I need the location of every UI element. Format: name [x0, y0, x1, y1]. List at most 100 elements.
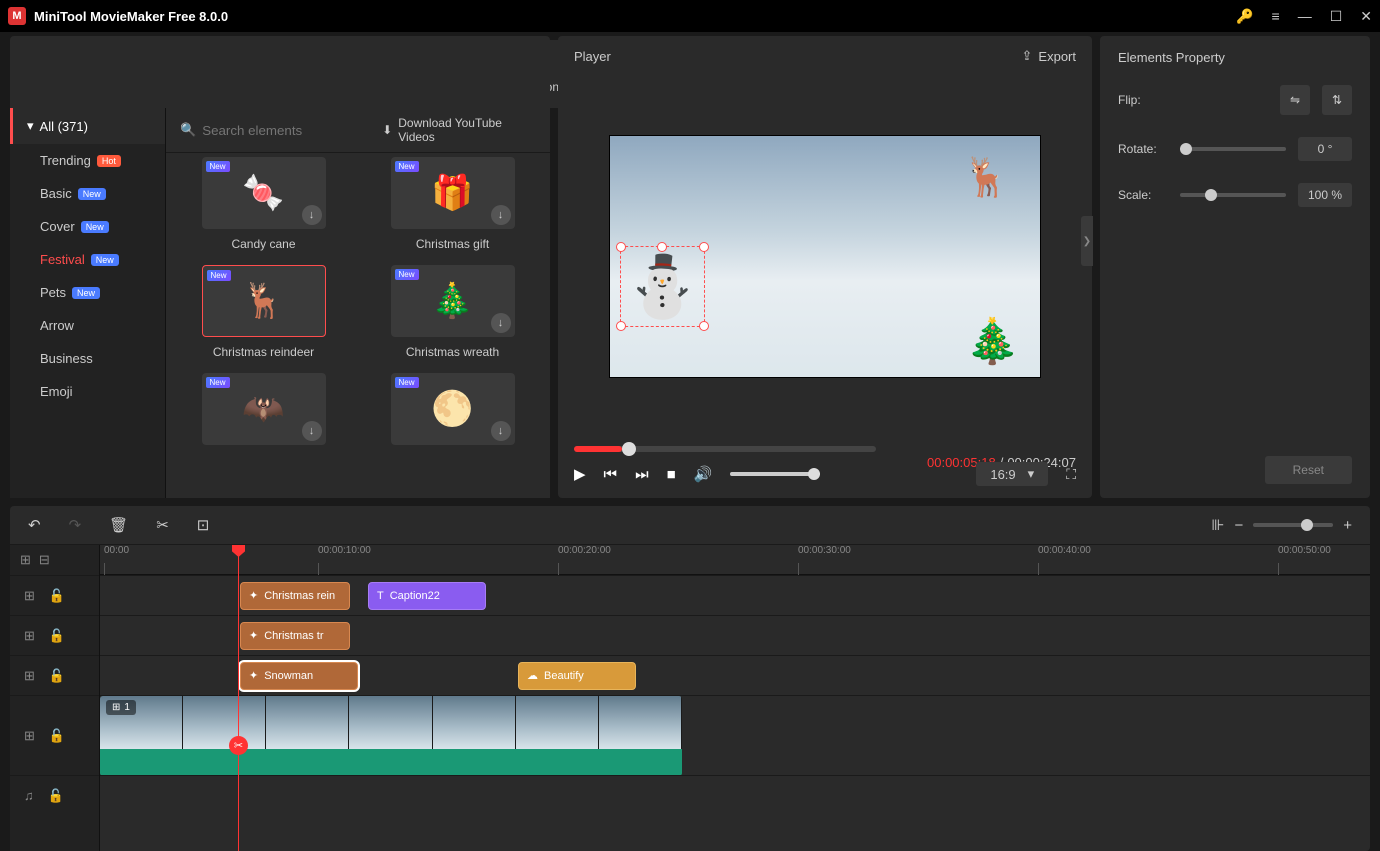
element-label: Christmas wreath: [406, 345, 499, 359]
stop-button[interactable]: ■: [667, 466, 676, 483]
search-icon: 🔍: [180, 122, 196, 138]
aspect-select[interactable]: 16:9 ▾: [976, 462, 1048, 486]
track-header[interactable]: ⊞🔓: [10, 575, 99, 615]
download-button[interactable]: ↓: [302, 205, 322, 225]
search-input[interactable]: [202, 123, 362, 138]
sidebar-all[interactable]: ▾ All (371): [10, 108, 165, 144]
flip-vertical-button[interactable]: ⇅: [1322, 85, 1352, 115]
timeline-ruler[interactable]: 00:00 00:00:10:00 00:00:20:00 00:00:30:0…: [100, 545, 1370, 575]
sidebar-item-festival[interactable]: FestivalNew: [10, 243, 165, 276]
next-frame-button[interactable]: ⏭: [635, 466, 649, 483]
app-title: MiniTool MovieMaker Free 8.0.0: [34, 9, 1236, 24]
export-button[interactable]: ⇪ Export: [1022, 48, 1076, 64]
element-card[interactable]: New🌕↓: [373, 373, 532, 453]
volume-slider[interactable]: [730, 472, 820, 476]
delete-button[interactable]: 🗑: [109, 516, 128, 534]
lock-icon[interactable]: 🔓: [49, 628, 65, 644]
video-icon: ⊞: [24, 628, 35, 644]
reset-button[interactable]: Reset: [1265, 456, 1352, 484]
timeline-track[interactable]: ✦Christmas tr: [100, 615, 1370, 655]
prev-frame-button[interactable]: ⏮: [604, 466, 618, 483]
track-header[interactable]: ⊞🔓: [10, 655, 99, 695]
timeline-track[interactable]: ✦Snowman ☁Beautify: [100, 655, 1370, 695]
search-box[interactable]: 🔍: [180, 122, 362, 138]
scale-value[interactable]: 100 %: [1298, 183, 1352, 207]
preview-canvas[interactable]: ⛄ 🦌 🎄: [609, 135, 1041, 378]
rotate-value[interactable]: 0 °: [1298, 137, 1352, 161]
ruler-mark: 00:00:40:00: [1038, 545, 1091, 556]
timeline-track-audio[interactable]: [100, 775, 1370, 815]
timeline-clip[interactable]: ☁Beautify: [518, 662, 636, 690]
download-button[interactable]: ↓: [491, 421, 511, 441]
close-icon[interactable]: ✕: [1360, 8, 1372, 25]
remove-track-icon[interactable]: ⊟: [39, 552, 50, 568]
sticker-reindeer[interactable]: 🦌: [963, 156, 1010, 200]
flip-horizontal-button[interactable]: ⇋: [1280, 85, 1310, 115]
key-icon[interactable]: 🔑: [1236, 8, 1253, 25]
snap-icon[interactable]: ⊪: [1211, 516, 1224, 534]
timeline-track-video[interactable]: ⊞1: [100, 695, 1370, 775]
scale-slider[interactable]: [1180, 193, 1286, 197]
sidebar-item-emoji[interactable]: Emoji: [10, 375, 165, 408]
split-button[interactable]: ✂: [156, 516, 169, 534]
video-clip[interactable]: ⊞1: [100, 696, 682, 776]
element-icon: ✦: [249, 669, 258, 682]
split-badge-icon[interactable]: ✂: [229, 736, 248, 755]
undo-button[interactable]: ↶: [28, 516, 41, 534]
play-button[interactable]: ▶: [574, 465, 586, 483]
timeline-track[interactable]: ✦Christmas rein TCaption22: [100, 575, 1370, 615]
element-icon: ✦: [249, 629, 258, 642]
new-badge: New: [395, 377, 419, 388]
element-card[interactable]: New🎁↓ Christmas gift: [373, 157, 532, 251]
maximize-icon[interactable]: ☐: [1330, 8, 1343, 25]
download-button[interactable]: ↓: [491, 313, 511, 333]
redo-button[interactable]: ↷: [69, 516, 82, 534]
sidebar-item-trending[interactable]: TrendingHot: [10, 144, 165, 177]
download-button[interactable]: ↓: [302, 421, 322, 441]
sidebar-item-business[interactable]: Business: [10, 342, 165, 375]
clip-label: Caption22: [390, 590, 440, 602]
sidebar-item-arrow[interactable]: Arrow: [10, 309, 165, 342]
download-button[interactable]: ↓: [491, 205, 511, 225]
element-card[interactable]: New🎄↓ Christmas wreath: [373, 265, 532, 359]
clip-label: Christmas rein: [264, 590, 335, 602]
track-header[interactable]: ♫🔓: [10, 775, 99, 815]
menu-icon[interactable]: ≡: [1272, 8, 1280, 24]
sidebar-item-cover[interactable]: CoverNew: [10, 210, 165, 243]
zoom-in-button[interactable]: +: [1343, 517, 1352, 534]
lock-icon[interactable]: 🔓: [49, 728, 65, 744]
track-header[interactable]: ⊞🔓: [10, 615, 99, 655]
fullscreen-button[interactable]: ⛶: [1066, 466, 1076, 483]
lock-icon[interactable]: 🔓: [49, 668, 65, 684]
track-header[interactable]: ⊞🔓: [10, 695, 99, 775]
expand-panel-tab[interactable]: ❯: [1081, 216, 1093, 266]
lock-icon[interactable]: 🔓: [49, 588, 65, 604]
sidebar-item-basic[interactable]: BasicNew: [10, 177, 165, 210]
sidebar-item-pets[interactable]: PetsNew: [10, 276, 165, 309]
new-badge: New: [91, 254, 119, 266]
minimize-icon[interactable]: —: [1298, 8, 1312, 24]
sticker-tree[interactable]: 🎄: [965, 315, 1020, 367]
ruler-mark: 00:00: [104, 545, 129, 556]
element-card[interactable]: New🍬↓ Candy cane: [184, 157, 343, 251]
audio-icon: ♫: [24, 788, 34, 803]
timeline-clip[interactable]: ✦Christmas tr: [240, 622, 350, 650]
element-card[interactable]: New🦌 Christmas reindeer: [184, 265, 343, 359]
timeline-clip[interactable]: ✦Snowman: [240, 662, 358, 690]
crop-button[interactable]: ⊡: [197, 516, 210, 534]
seek-bar[interactable]: [574, 446, 876, 452]
add-track-icon[interactable]: ⊞: [20, 552, 31, 568]
element-card[interactable]: New🦇↓: [184, 373, 343, 453]
preview-area[interactable]: ⛄ 🦌 🎄: [574, 76, 1076, 437]
volume-icon[interactable]: 🔊: [694, 465, 713, 483]
download-videos-link[interactable]: ⬇ Download YouTube Videos: [382, 116, 536, 144]
lock-icon[interactable]: 🔓: [48, 788, 64, 804]
timeline-clip[interactable]: TCaption22: [368, 582, 486, 610]
playhead[interactable]: ✂: [238, 545, 239, 851]
rotate-slider[interactable]: [1180, 147, 1286, 151]
element-label: Christmas reindeer: [213, 345, 314, 359]
zoom-slider[interactable]: [1253, 523, 1333, 527]
sticker-snowman[interactable]: ⛄: [620, 246, 705, 327]
timeline-clip[interactable]: ✦Christmas rein: [240, 582, 350, 610]
zoom-out-button[interactable]: −: [1234, 517, 1243, 534]
